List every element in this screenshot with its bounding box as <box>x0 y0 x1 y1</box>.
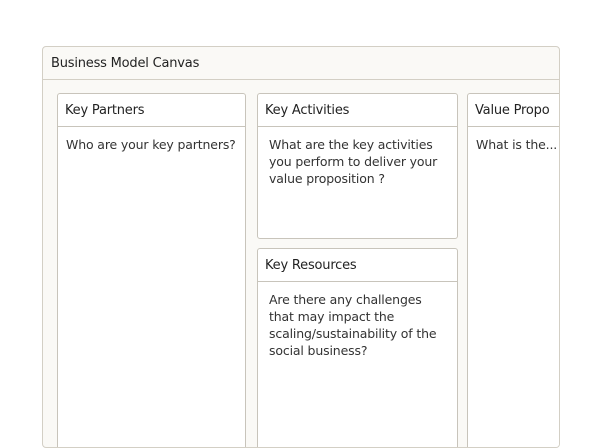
key-resources-title: Key Resources <box>258 249 457 282</box>
key-partners-title: Key Partners <box>58 94 245 127</box>
panel-title: Business Model Canvas <box>51 56 200 71</box>
key-resources-prompt: Are there any challenges that may impact… <box>269 292 437 358</box>
key-resources-card[interactable]: Key Resources Are there any challenges t… <box>257 248 458 447</box>
business-model-canvas-panel: Business Model Canvas Key Partners Who a… <box>42 46 560 448</box>
value-propositions-card[interactable]: Value Propo What is the... <box>467 93 559 447</box>
key-activities-prompt: What are the key activities you perform … <box>269 137 438 186</box>
value-propositions-title: Value Propo <box>468 94 559 127</box>
value-propositions-prompt: What is the... <box>476 137 558 152</box>
key-activities-title: Key Activities <box>258 94 457 127</box>
panel-header: Business Model Canvas <box>43 47 559 80</box>
key-partners-card[interactable]: Key Partners Who are your key partners? <box>57 93 246 447</box>
key-partners-prompt: Who are your key partners? <box>66 137 236 152</box>
key-activities-card[interactable]: Key Activities What are the key activiti… <box>257 93 458 239</box>
